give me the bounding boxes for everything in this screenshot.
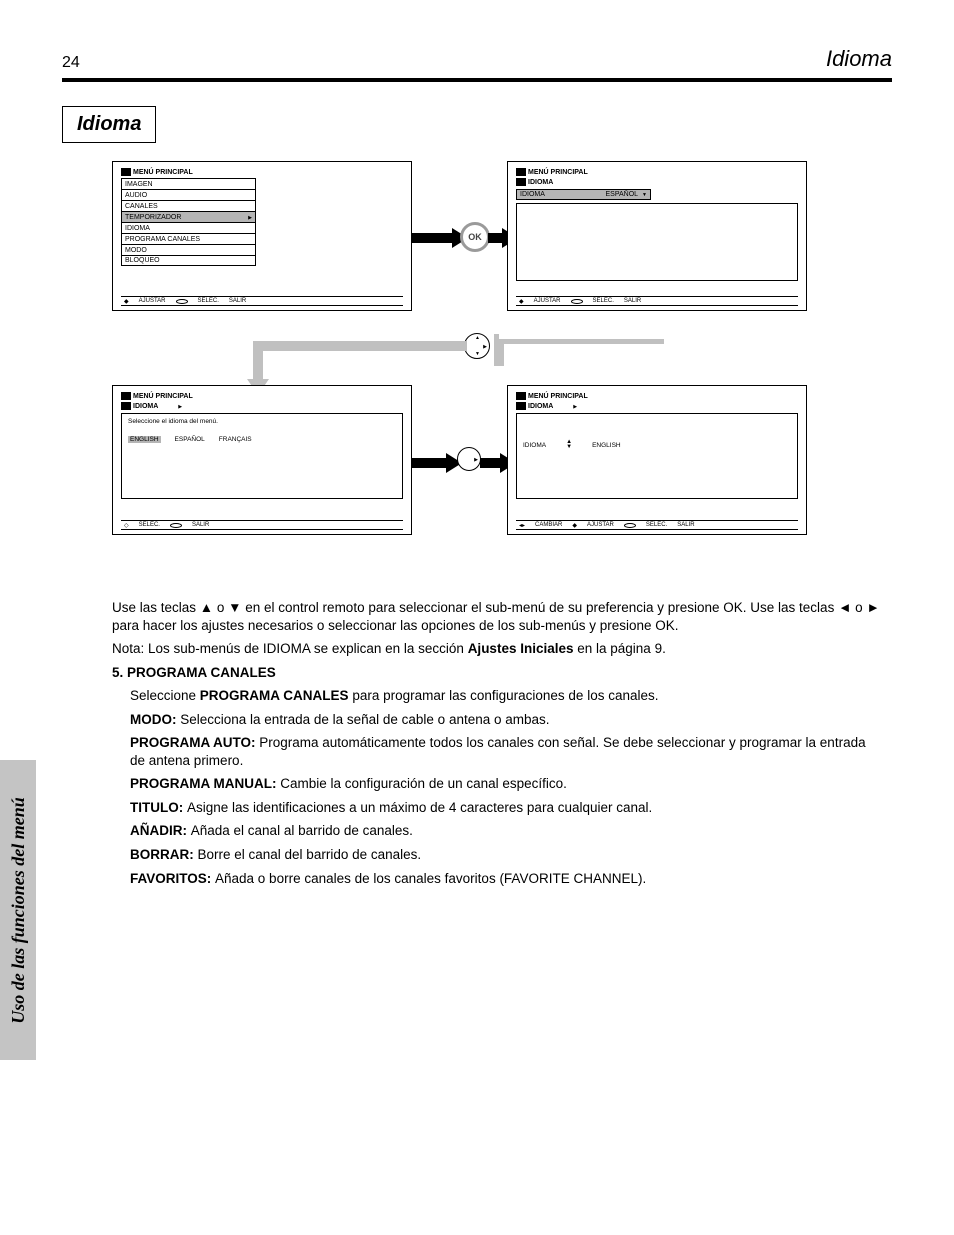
content-area: Seleccione el idioma del menú. ENGLISH ES… — [121, 413, 403, 499]
menu-item: MODO — [121, 244, 256, 255]
language-option: ESPAÑOL — [175, 436, 205, 443]
header-rule — [62, 78, 892, 82]
side-tab: Uso de las funciones del menú — [0, 760, 36, 1060]
question-text: Seleccione el idioma del menú. — [128, 418, 218, 425]
screen-subtitle: IDIOMA — [133, 403, 158, 410]
intro-paragraph: Use las teclas ▲ o ▼ en el control remot… — [112, 599, 882, 634]
note-paragraph: Nota: Los sub-menús de IDIOMA se explica… — [112, 640, 882, 658]
content-area: IDIOMA ▲▼ ENGLISH — [516, 413, 798, 499]
footer-ajustar: AJUSTAR — [139, 298, 166, 304]
nav-right-icon: ▶ — [457, 447, 481, 471]
footer-selec: SELEC. — [139, 522, 160, 528]
screen-title: MENÚ PRINCIPAL — [528, 169, 588, 176]
definition-item: FAVORITOS: Añada o borre canales de los … — [130, 870, 882, 888]
footer-selec: SELEC. — [198, 298, 219, 304]
menu-item: IDIOMA — [121, 222, 256, 233]
definition-item: TITULO: Asigne las identificaciones a un… — [130, 799, 882, 817]
definition-item: PROGRAMA MANUAL: Cambie la configuración… — [130, 775, 882, 793]
footer-selec: SELEC. — [646, 522, 667, 528]
dropdown-idioma: IDIOMA ESPAÑOL — [516, 189, 651, 200]
screen-main-menu: MENÚ PRINCIPAL IMAGENAUDIOCANALESTEMPORI… — [112, 161, 412, 311]
definition-item: AÑADIR: Añada el canal al barrido de can… — [130, 822, 882, 840]
ok-button-icon: OK — [460, 222, 490, 252]
arrow-right-3 — [412, 451, 462, 475]
screen-idioma-result: MENÚ PRINCIPAL IDIOMA IDIOMA ▲▼ ENGLISH … — [507, 385, 807, 535]
language-option: ENGLISH — [128, 436, 161, 443]
updown-icon: ▲▼ — [566, 440, 572, 450]
section-title: Idioma — [826, 46, 892, 72]
arrow-down-left — [494, 311, 664, 371]
screen-title: MENÚ PRINCIPAL — [133, 169, 193, 176]
body-text: Use las teclas ▲ o ▼ en el control remot… — [112, 599, 882, 887]
screen-idioma-dropdown: MENÚ PRINCIPAL IDIOMA IDIOMA ESPAÑOL ◆AJ… — [507, 161, 807, 311]
footer-salir: SALIR — [229, 298, 246, 304]
footer-salir: SALIR — [192, 522, 209, 528]
screen-language-select: MENÚ PRINCIPAL IDIOMA Seleccione el idio… — [112, 385, 412, 535]
screen-subtitle: IDIOMA — [528, 179, 553, 186]
step-5-instruction: Seleccione PROGRAMA CANALES para program… — [130, 687, 882, 705]
page-number: 24 — [62, 54, 80, 72]
definition-item: BORRAR: Borre el canal del barrido de ca… — [130, 846, 882, 864]
flow-diagram: MENÚ PRINCIPAL IMAGENAUDIOCANALESTEMPORI… — [112, 151, 892, 591]
language-option: FRANÇAIS — [219, 436, 252, 443]
footer-cambiar: CAMBIAR — [535, 522, 562, 528]
footer-ajustar: AJUSTAR — [534, 298, 561, 304]
footer-salir: SALIR — [677, 522, 694, 528]
step-5-heading: 5. PROGRAMA CANALES — [112, 664, 882, 682]
screen-title: MENÚ PRINCIPAL — [133, 393, 193, 400]
menu-item: AUDIO — [121, 189, 256, 200]
footer-ajustar: AJUSTAR — [587, 522, 614, 528]
screen-title: MENÚ PRINCIPAL — [528, 393, 588, 400]
content-area — [516, 203, 798, 281]
menu-item: PROGRAMA CANALES — [121, 233, 256, 244]
nav-pad-icon: ▲ ▼ ▶ — [464, 333, 490, 359]
screen-subtitle: IDIOMA — [528, 403, 553, 410]
menu-item: CANALES — [121, 200, 256, 211]
row-label: IDIOMA — [523, 442, 546, 449]
menu-item: BLOQUEO — [121, 255, 256, 266]
menu-item: IMAGEN — [121, 178, 256, 189]
footer-selec: SELEC. — [593, 298, 614, 304]
definition-item: MODO: Selecciona la entrada de la señal … — [130, 711, 882, 729]
chapter-heading: Idioma — [62, 106, 156, 143]
definition-item: PROGRAMA AUTO: Programa automáticamente … — [130, 734, 882, 769]
menu-item: TEMPORIZADOR — [121, 211, 256, 222]
row-value: ENGLISH — [592, 442, 621, 449]
footer-salir: SALIR — [624, 298, 641, 304]
